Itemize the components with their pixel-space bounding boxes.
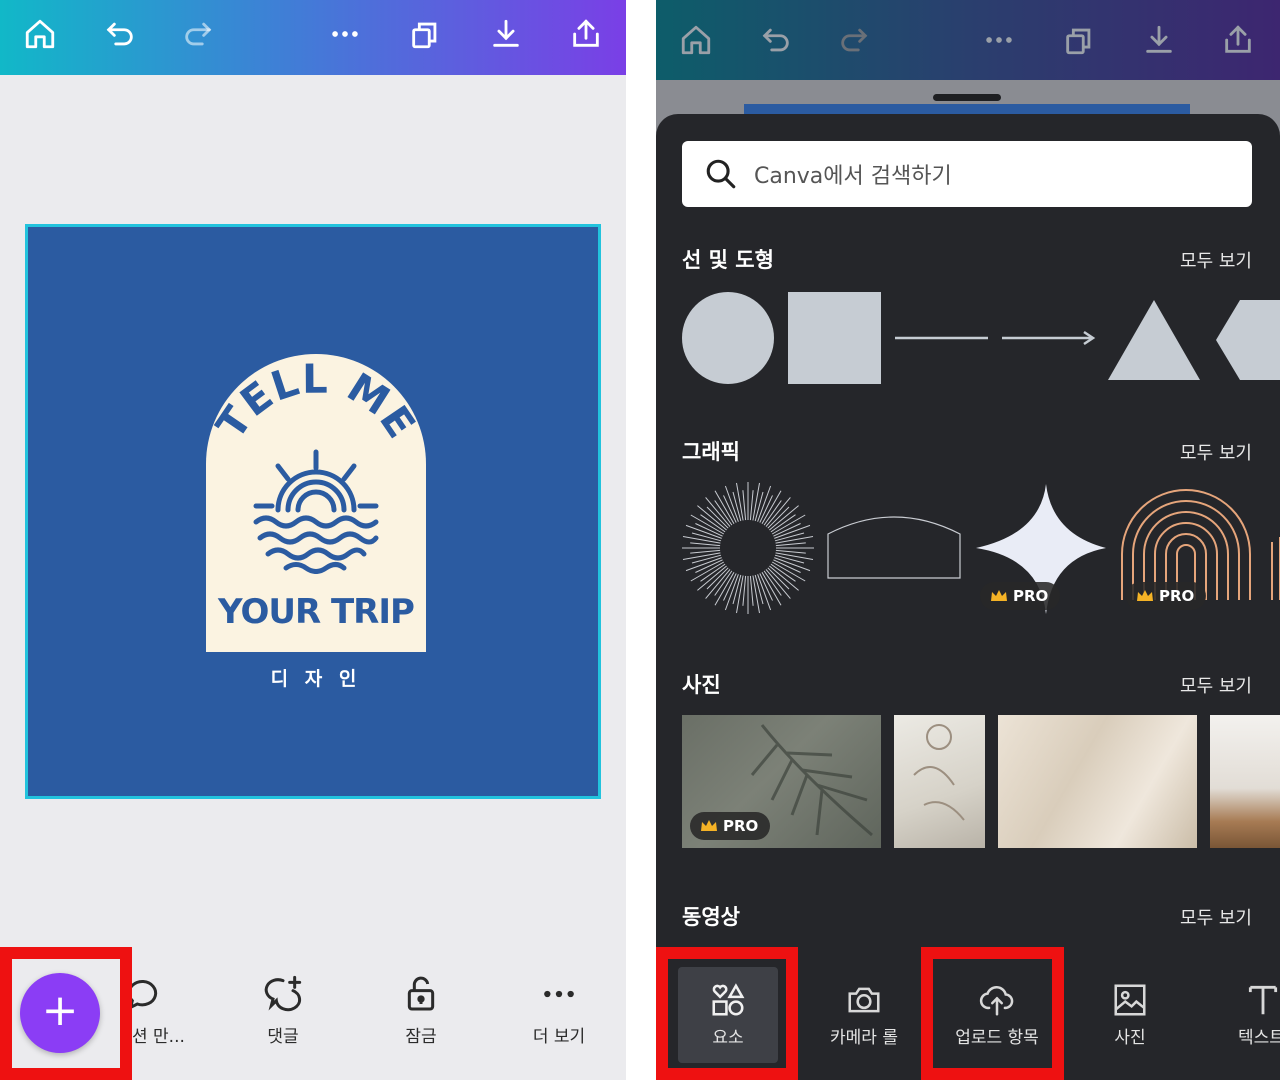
section-title-videos: 동영상 bbox=[682, 905, 740, 929]
more-options-icon[interactable] bbox=[979, 20, 1019, 60]
badge-arc-text: TELL ME bbox=[208, 357, 424, 448]
svg-text:TELL ME: TELL ME bbox=[208, 357, 424, 448]
pro-label: PRO bbox=[1013, 587, 1049, 605]
cloud-upload-icon bbox=[932, 947, 1062, 1023]
share-icon[interactable] bbox=[1218, 20, 1258, 60]
arch-outline-graphic[interactable] bbox=[827, 516, 961, 579]
search-input[interactable]: Canva에서 검색하기 bbox=[682, 141, 1252, 207]
right-screen: Canva에서 검색하기 선 및 도형 모두 보기 그래픽 모두 보기 PRO … bbox=[656, 0, 1280, 1080]
pro-badge: PRO bbox=[1126, 582, 1207, 610]
sheet-drag-handle[interactable] bbox=[933, 94, 1001, 101]
more-label: 더 보기 bbox=[532, 1027, 586, 1047]
redo-icon[interactable] bbox=[178, 14, 218, 54]
lock-button[interactable]: 잠금 bbox=[366, 966, 476, 1047]
square-shape[interactable] bbox=[788, 292, 881, 384]
comment-button[interactable]: 댓글 bbox=[228, 966, 338, 1047]
room-photo[interactable] bbox=[1210, 715, 1280, 848]
search-icon bbox=[706, 159, 736, 189]
elements-icon bbox=[678, 947, 778, 1023]
duplicate-pages-icon[interactable] bbox=[405, 14, 445, 54]
tab-uploads-label: 업로드 항목 bbox=[955, 1028, 1039, 1048]
tab-photos[interactable]: 사진 bbox=[1080, 947, 1180, 1080]
section-title-shapes: 선 및 도형 bbox=[682, 248, 774, 272]
more-button[interactable]: 더 보기 bbox=[504, 966, 614, 1047]
camera-icon bbox=[814, 947, 914, 1023]
tab-photos-label: 사진 bbox=[1114, 1028, 1146, 1048]
badge-top-text: TELL ME bbox=[208, 357, 423, 448]
graphics-row: PRO PRO bbox=[682, 482, 1280, 618]
tab-text-label: 텍스트 bbox=[1238, 1028, 1280, 1048]
see-all-videos[interactable]: 모두 보기 bbox=[1180, 904, 1252, 930]
design-caption: 디 자 인 bbox=[270, 668, 362, 690]
lock-label: 잠금 bbox=[405, 1027, 437, 1047]
add-button-highlight: + bbox=[0, 947, 132, 1080]
pro-badge: PRO bbox=[980, 582, 1061, 610]
fabric-photo[interactable] bbox=[998, 715, 1197, 848]
tab-camera-roll[interactable]: 카메라 롤 bbox=[814, 947, 914, 1080]
shapes-row bbox=[682, 290, 1280, 386]
top-toolbar bbox=[0, 0, 626, 75]
add-element-button[interactable]: + bbox=[20, 973, 100, 1053]
lock-icon bbox=[366, 966, 476, 1022]
badge-bottom-text: YOUR TRIP bbox=[218, 592, 415, 632]
arrow-line-shape[interactable] bbox=[1002, 330, 1096, 346]
more-dots-icon bbox=[504, 966, 614, 1022]
home-icon[interactable] bbox=[676, 20, 716, 60]
text-icon bbox=[1216, 947, 1280, 1023]
left-screen: TELL ME YOUR TRIP 디 자 인 션 만... 댓글 잠금 더 보… bbox=[0, 0, 626, 1080]
pentagon-shape[interactable] bbox=[1216, 300, 1280, 380]
undo-icon[interactable] bbox=[756, 20, 796, 60]
crown-icon bbox=[1137, 590, 1153, 601]
redo-icon[interactable] bbox=[834, 20, 874, 60]
tab-text[interactable]: 텍스트 bbox=[1216, 947, 1280, 1080]
image-icon bbox=[1080, 947, 1180, 1023]
palm-shadow-photo[interactable]: PRO bbox=[682, 715, 881, 848]
crown-icon bbox=[991, 590, 1007, 601]
top-toolbar-dimmed bbox=[656, 0, 1280, 80]
triangle-shape[interactable] bbox=[1108, 300, 1200, 380]
logo-badge: TELL ME YOUR TRIP bbox=[206, 354, 426, 652]
sunburst-graphic[interactable] bbox=[682, 482, 814, 614]
comment-label: 댓글 bbox=[267, 1027, 299, 1047]
pro-badge: PRO bbox=[690, 812, 771, 840]
share-icon[interactable] bbox=[566, 14, 606, 54]
elements-panel: Canva에서 검색하기 선 및 도형 모두 보기 그래픽 모두 보기 PRO … bbox=[656, 114, 1280, 1080]
see-all-photos[interactable]: 모두 보기 bbox=[1180, 672, 1252, 698]
home-icon[interactable] bbox=[20, 14, 60, 54]
crown-icon bbox=[701, 820, 717, 831]
photos-row: PRO bbox=[682, 715, 1280, 848]
tab-uploads[interactable]: 업로드 항목 bbox=[932, 947, 1062, 1080]
pro-label: PRO bbox=[1159, 587, 1195, 605]
download-icon[interactable] bbox=[1139, 20, 1179, 60]
hands-photo[interactable] bbox=[894, 715, 985, 848]
see-all-graphics[interactable]: 모두 보기 bbox=[1180, 439, 1252, 465]
tab-elements-label: 요소 bbox=[712, 1028, 744, 1048]
circle-shape[interactable] bbox=[682, 292, 774, 384]
section-title-graphics: 그래픽 bbox=[682, 440, 740, 464]
download-icon[interactable] bbox=[486, 14, 526, 54]
sun-waves-icon bbox=[253, 449, 379, 574]
duplicate-pages-icon[interactable] bbox=[1059, 20, 1099, 60]
design-canvas[interactable]: TELL ME YOUR TRIP 디 자 인 bbox=[25, 224, 601, 799]
tab-elements[interactable]: 요소 bbox=[678, 947, 778, 1080]
pro-label: PRO bbox=[723, 817, 759, 835]
search-placeholder: Canva에서 검색하기 bbox=[754, 164, 952, 189]
section-title-photos: 사진 bbox=[682, 673, 721, 697]
tab-camera-roll-label: 카메라 롤 bbox=[830, 1028, 898, 1048]
side-tab-bar: 요소 카메라 롤 업로드 항목 사진 텍스트 bbox=[656, 947, 1280, 1080]
see-all-shapes[interactable]: 모두 보기 bbox=[1180, 247, 1252, 273]
undo-icon[interactable] bbox=[100, 14, 140, 54]
comment-add-icon bbox=[228, 966, 338, 1022]
more-options-icon[interactable] bbox=[325, 14, 365, 54]
